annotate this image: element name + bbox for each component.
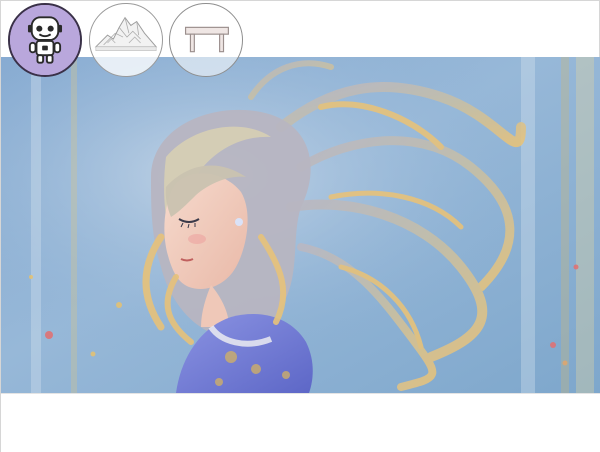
mountain-avatar-button[interactable] (89, 3, 163, 77)
bottom-panel (1, 393, 600, 452)
robot-avatar-icon (10, 5, 80, 75)
generated-image (1, 57, 600, 393)
anime-girl-illustration (1, 57, 600, 393)
avatar-toolbar (1, 1, 600, 77)
app-window (0, 0, 600, 452)
table-icon (184, 26, 229, 53)
robot-avatar-button[interactable] (8, 3, 82, 77)
table-avatar-button[interactable] (169, 3, 243, 77)
mountain-sketch-icon (94, 16, 158, 51)
